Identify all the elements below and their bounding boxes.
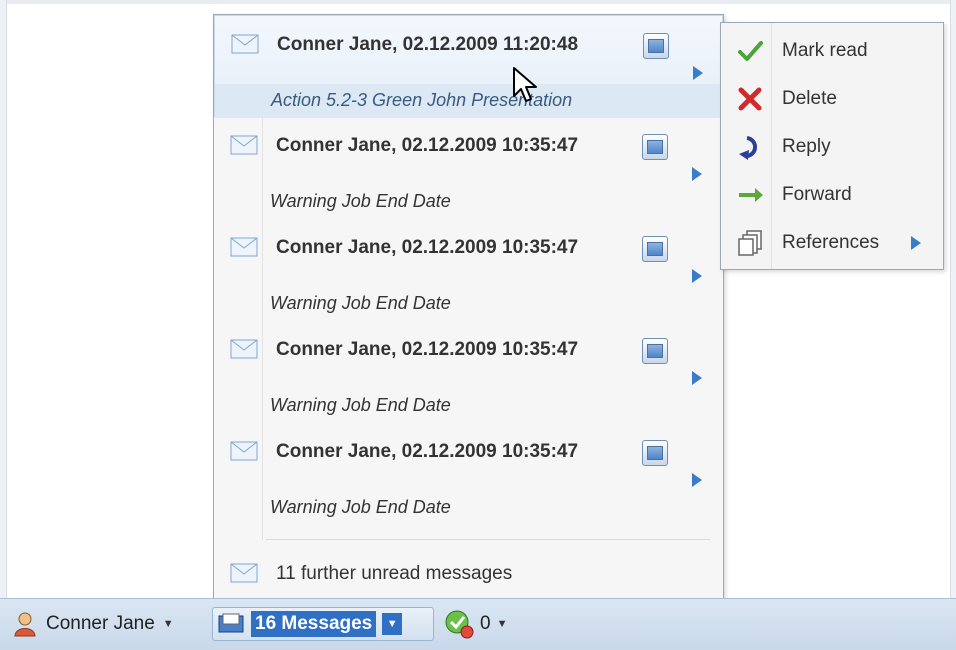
delete-menu-item[interactable]: Delete	[721, 75, 943, 123]
tasks-status-icon	[445, 610, 474, 639]
messages-count-label: 16 Messages	[251, 611, 377, 637]
envelope-icon	[230, 563, 258, 583]
checkmark-icon	[738, 41, 763, 61]
window-right-edge	[950, 0, 956, 650]
envelope-icon	[230, 441, 258, 461]
reply-menu-item[interactable]: Reply	[721, 123, 943, 171]
message-sender: Conner Jane, 02.12.2009 10:35:47	[276, 441, 579, 462]
forward-label: Forward	[782, 184, 852, 205]
message-subject: Warning Job End Date	[270, 191, 451, 211]
message-item[interactable]: Conner Jane, 02.12.2009 10:35:47 Warning…	[214, 321, 723, 423]
envelope-icon	[230, 135, 258, 155]
references-menu-item[interactable]: References	[721, 219, 943, 267]
envelope-icon	[230, 237, 258, 257]
submenu-arrow-icon[interactable]	[692, 167, 702, 181]
inbox-icon	[218, 613, 244, 633]
taskbar: Conner Jane ▼ 16 Messages ▼ 0 ▼	[0, 598, 956, 650]
mouse-cursor-icon	[513, 67, 537, 102]
message-item[interactable]: Conner Jane, 02.12.2009 10:35:47 Warning…	[214, 423, 723, 525]
menu-separator	[266, 539, 710, 540]
submenu-arrow-icon[interactable]	[693, 66, 703, 80]
submenu-arrow-icon[interactable]	[692, 473, 702, 487]
open-window-icon[interactable]	[642, 440, 668, 466]
references-icon	[738, 230, 762, 256]
chevron-down-icon: ▼	[496, 618, 508, 630]
tasks-count: 0	[480, 613, 491, 634]
user-avatar-icon	[14, 612, 36, 637]
window-top-edge	[0, 0, 956, 4]
message-item[interactable]: Conner Jane, 02.12.2009 10:35:47 Warning…	[214, 117, 723, 219]
mark-read-menu-item[interactable]: Mark read	[721, 27, 943, 75]
open-window-icon[interactable]	[642, 134, 668, 160]
open-window-icon[interactable]	[643, 33, 669, 59]
reply-icon	[739, 136, 757, 160]
message-item[interactable]: Conner Jane, 02.12.2009 10:35:47 Warning…	[214, 219, 723, 321]
envelope-icon	[231, 34, 259, 54]
envelope-icon	[230, 339, 258, 359]
delete-label: Delete	[782, 88, 837, 109]
open-window-icon[interactable]	[642, 236, 668, 262]
submenu-arrow-icon[interactable]	[692, 371, 702, 385]
further-unread-label: 11 further unread messages	[276, 563, 513, 584]
mark-read-label: Mark read	[782, 40, 868, 61]
window-left-edge	[0, 0, 7, 650]
user-name: Conner Jane	[46, 613, 155, 634]
message-subject: Warning Job End Date	[270, 497, 451, 517]
submenu-arrow-icon	[911, 236, 921, 250]
chevron-down-icon: ▼	[162, 618, 174, 630]
open-window-icon[interactable]	[642, 338, 668, 364]
message-sender: Conner Jane, 02.12.2009 10:35:47	[276, 339, 579, 360]
message-subject: Warning Job End Date	[270, 395, 451, 415]
references-label: References	[782, 232, 880, 253]
message-sender: Conner Jane, 02.12.2009 10:35:47	[276, 135, 579, 156]
message-item[interactable]: Conner Jane, 02.12.2009 11:20:48 Action …	[214, 15, 723, 118]
forward-menu-item[interactable]: Forward	[721, 171, 943, 219]
message-context-menu: Mark read Delete Reply Forward Reference…	[720, 22, 944, 270]
forward-arrow-icon	[739, 188, 763, 202]
message-sender: Conner Jane, 02.12.2009 10:35:47	[276, 237, 579, 258]
reply-label: Reply	[782, 136, 831, 157]
messages-dropdown: Conner Jane, 02.12.2009 11:20:48 Action …	[213, 14, 724, 601]
further-unread-item[interactable]: 11 further unread messages	[214, 555, 723, 595]
submenu-arrow-icon[interactable]	[692, 269, 702, 283]
message-sender: Conner Jane, 02.12.2009 11:20:48	[277, 34, 579, 55]
message-subject: Warning Job End Date	[270, 293, 451, 313]
delete-x-icon	[738, 87, 762, 111]
messages-button[interactable]: 16 Messages ▼	[212, 607, 434, 641]
tasks-button[interactable]: 0 ▼	[444, 609, 507, 639]
chevron-down-icon[interactable]: ▼	[382, 613, 403, 635]
user-menu-button[interactable]: Conner Jane ▼	[12, 609, 174, 639]
